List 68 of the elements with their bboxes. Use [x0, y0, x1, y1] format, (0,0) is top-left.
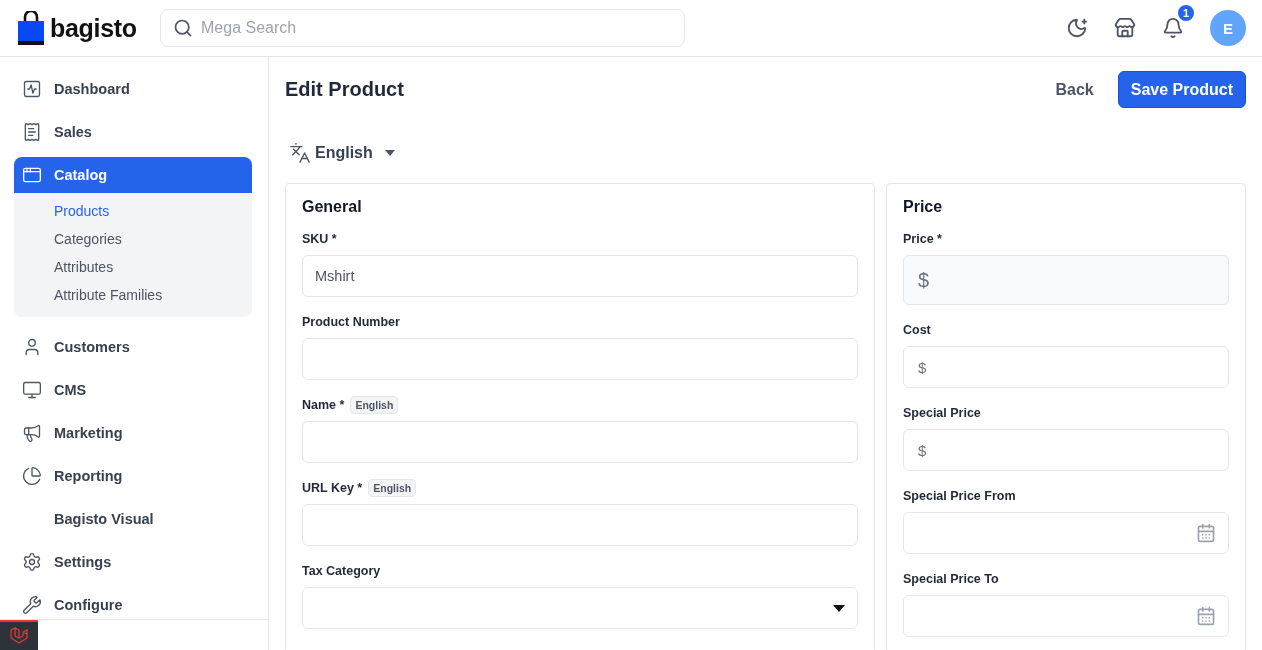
currency-symbol: $ [917, 268, 930, 292]
moon-icon[interactable] [1066, 17, 1088, 39]
bell-icon[interactable] [1162, 17, 1184, 39]
menu-icon [22, 423, 42, 443]
input-field[interactable] [302, 504, 858, 546]
save-button[interactable]: Save Product [1117, 71, 1246, 108]
field-label: SKU * [302, 232, 337, 246]
submenu-item[interactable]: Attribute Families [14, 281, 252, 309]
locale-tag: English [350, 396, 399, 414]
sidebar-item[interactable]: Bagisto Visual [14, 501, 252, 537]
caret-icon [384, 150, 395, 156]
search-field[interactable]: Mega Search [160, 9, 685, 47]
store-icon[interactable] [1114, 17, 1136, 39]
date-field[interactable] [903, 512, 1229, 554]
input-field[interactable] [302, 338, 858, 380]
translate-icon [289, 142, 311, 164]
debug-bar-tab[interactable] [0, 620, 38, 650]
field-label: Product Number [302, 315, 400, 329]
card-title: General [302, 198, 363, 216]
submenu-item[interactable]: Products [14, 197, 252, 225]
search-icon [173, 18, 193, 38]
submenu-item[interactable]: Attributes [14, 253, 252, 281]
page-title: Edit Product [285, 78, 404, 101]
sidebar-item[interactable]: Marketing [14, 415, 252, 451]
field-label: Special Price From [903, 489, 1016, 503]
locale-switcher[interactable]: English [285, 138, 399, 168]
menu-icon [22, 79, 42, 99]
calendar-icon[interactable] [1196, 523, 1216, 543]
sidebar-item[interactable]: Settings [14, 544, 252, 580]
menu-icon [22, 595, 42, 615]
sidebar-item[interactable]: CMS [14, 372, 252, 408]
sidebar-item[interactable]: Customers [14, 329, 252, 365]
field-label: Tax Category [302, 564, 381, 578]
card-title: Price [903, 198, 944, 216]
cube-logo-icon [9, 626, 29, 646]
notification-count: 1 [1176, 3, 1196, 23]
locale-tag: English [368, 479, 417, 497]
date-field[interactable] [903, 595, 1229, 637]
field-label: Price * [903, 232, 942, 246]
input-field[interactable] [302, 421, 858, 463]
field-label: Name * [302, 398, 345, 412]
sidebar-item[interactable]: Catalog [14, 157, 252, 193]
calendar-icon[interactable] [1196, 606, 1216, 626]
currency-symbol: $ [917, 441, 927, 459]
menu-icon [22, 552, 42, 572]
back-button[interactable]: Back [1051, 72, 1098, 107]
caret-icon [833, 604, 845, 612]
menu-icon [22, 380, 42, 400]
sidebar-item[interactable]: Configure [14, 587, 252, 623]
shopping-bag-icon [18, 11, 44, 45]
input-field[interactable]: Mshirt [302, 255, 858, 297]
select-field[interactable] [302, 587, 858, 629]
field-value: Mshirt [315, 268, 355, 284]
currency-symbol: $ [917, 358, 927, 376]
logo-text: bagisto [50, 13, 137, 43]
submenu-item[interactable]: Categories [14, 225, 252, 253]
sidebar-item[interactable]: Reporting [14, 458, 252, 494]
field-label: URL Key * [302, 481, 363, 495]
menu-icon [22, 466, 42, 486]
sidebar-item[interactable]: Dashboard [14, 71, 252, 107]
field-label: Special Price [903, 406, 981, 420]
input-field[interactable]: $ [903, 429, 1229, 471]
menu-icon [22, 122, 42, 142]
menu-icon [22, 165, 42, 185]
sidebar-item[interactable]: Sales [14, 114, 252, 150]
field-label: Special Price To [903, 572, 999, 586]
field-label: Cost [903, 323, 931, 337]
input-field[interactable]: $ [903, 346, 1229, 388]
